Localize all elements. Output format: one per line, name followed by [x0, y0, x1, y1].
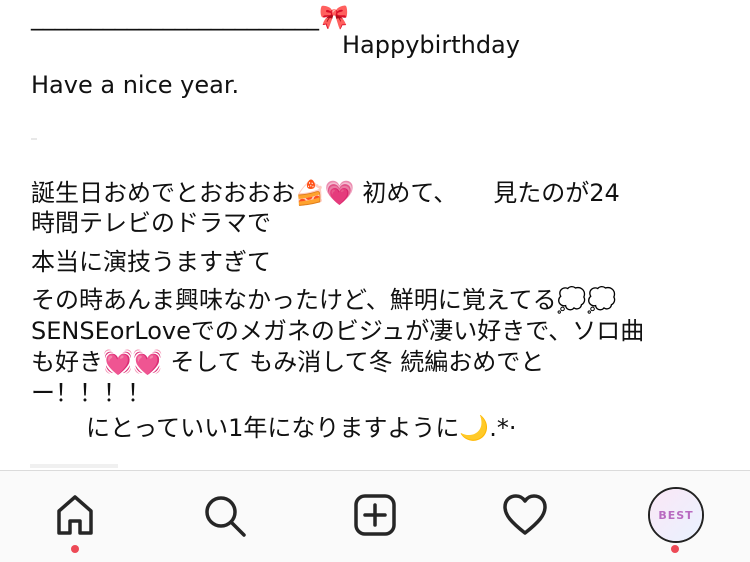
bottom-tab-bar: BEST: [0, 470, 750, 562]
caption-greeting: Have a nice year.: [31, 71, 240, 99]
caption-line: SENSEorLoveでのメガネのビジュが凄い好きで、ソロ曲: [31, 317, 645, 345]
caption-line: にとっていい1年になりますように🌙.*·: [86, 414, 517, 442]
ribbon-emoji: 🎀: [319, 3, 349, 31]
tab-profile[interactable]: BEST: [648, 487, 704, 543]
caption-line: 誕生日おめでとおおおお🍰💗 初めて、 見たのが24: [31, 179, 620, 207]
home-icon: [57, 495, 93, 535]
heart-icon: [503, 494, 547, 535]
tab-new-post[interactable]: [349, 489, 401, 541]
tab-home[interactable]: [49, 489, 101, 541]
caption-title: Happybirthday: [342, 31, 520, 59]
caption-line: 時間テレビのドラマで: [31, 209, 271, 237]
tab-activity[interactable]: [499, 489, 551, 541]
search-icon: [205, 496, 246, 537]
divider: [30, 464, 118, 468]
post-caption: ________________________🎀 Happybirthday …: [0, 0, 750, 470]
plus-square-icon: [354, 494, 396, 536]
avatar-label: BEST: [658, 508, 694, 522]
caption-line: 本当に演技うますぎて: [31, 248, 271, 276]
notification-dot: [671, 545, 679, 553]
decorative-rule: ________________________🎀: [31, 3, 349, 31]
notification-dot: [71, 545, 79, 553]
caption-line: その時あんま興味なかったけど、鮮明に覚えてる💭💭: [31, 286, 617, 314]
avatar: BEST: [650, 489, 702, 541]
caption-line: も好き💓💓 そして もみ消して冬 続編おめでと: [31, 348, 545, 376]
tab-search[interactable]: [198, 489, 250, 541]
caption-line: ー！！！！: [31, 379, 151, 407]
divider: [31, 138, 37, 140]
